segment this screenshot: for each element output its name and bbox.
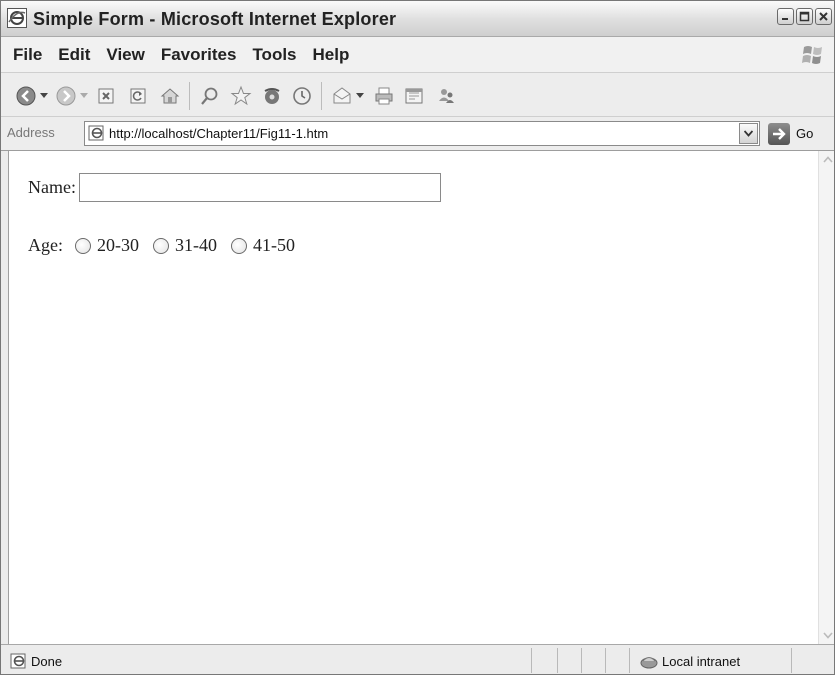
forward-icon[interactable] [53,83,79,109]
age-option-label: 31-40 [175,235,217,255]
radio-button[interactable] [153,237,169,254]
status-text: Done [31,654,63,669]
ie-logo-icon [7,8,27,28]
mail-dropdown-icon[interactable] [353,83,367,109]
refresh-icon[interactable] [125,83,151,109]
name-input[interactable] [78,173,441,202]
go-arrow-icon [768,122,790,145]
print-icon[interactable] [371,83,397,109]
search-icon[interactable] [197,83,223,109]
window-title: Simple Form - Microsoft Internet Explore… [33,9,397,29]
page-done-icon [10,652,28,670]
address-field[interactable]: http://localhost/Chapter11/Fig11-1.htm [84,121,760,146]
forward-dropdown-icon[interactable] [77,83,91,109]
browser-window: Simple Form - Microsoft Internet Explore… [0,0,835,675]
address-url[interactable]: http://localhost/Chapter11/Fig11-1.htm [109,126,328,141]
radio-button[interactable] [231,237,247,254]
history-icon[interactable] [289,83,315,109]
menu-edit[interactable]: Edit [50,45,98,65]
favorites-icon[interactable] [228,83,254,109]
age-option-label: 20-30 [97,235,139,255]
address-bar: Address http://localhost/Chapter11/Fig11… [1,117,834,151]
age-option-41-50[interactable]: 41-50 [231,235,295,256]
stop-icon[interactable] [93,83,119,109]
age-label: Age: [28,235,63,255]
security-zone-label: Local intranet [662,654,741,669]
address-label: Address [7,125,55,140]
home-icon[interactable] [157,83,183,109]
page-content: Name: Age: 20-30 31-40 41-50 [8,151,818,644]
toolbar [1,73,834,117]
windows-flag-icon [800,41,828,69]
edit-icon[interactable] [401,83,427,109]
back-dropdown-icon[interactable] [37,83,51,109]
media-icon[interactable] [259,83,285,109]
local-intranet-icon [639,652,659,670]
age-option-31-40[interactable]: 31-40 [153,235,217,256]
vertical-scrollbar[interactable] [818,151,834,644]
close-button[interactable] [815,8,832,25]
age-option-20-30[interactable]: 20-30 [75,235,139,256]
age-row: Age: 20-30 31-40 41-50 [28,235,309,256]
menu-view[interactable]: View [98,45,152,65]
maximize-button[interactable] [796,8,813,25]
status-bar: Done Local intranet [1,644,834,674]
menu-bar: File Edit View Favorites Tools Help [1,37,834,73]
mail-icon[interactable] [329,83,355,109]
minimize-button[interactable] [777,8,794,25]
address-dropdown-button[interactable] [739,123,758,144]
scroll-down-arrow-icon[interactable] [819,627,834,644]
menu-favorites[interactable]: Favorites [153,45,245,65]
messenger-icon[interactable] [433,83,459,109]
name-row: Name: [28,173,441,202]
page-icon [88,124,106,142]
radio-button[interactable] [75,237,91,254]
back-icon[interactable] [13,83,39,109]
name-label: Name: [28,177,76,197]
age-option-label: 41-50 [253,235,295,255]
menu-file[interactable]: File [5,45,50,65]
menu-tools[interactable]: Tools [244,45,304,65]
title-bar: Simple Form - Microsoft Internet Explore… [1,1,834,37]
scroll-up-arrow-icon[interactable] [819,151,834,168]
go-label: Go [796,126,814,141]
go-button[interactable]: Go [768,121,813,146]
menu-help[interactable]: Help [305,45,358,65]
